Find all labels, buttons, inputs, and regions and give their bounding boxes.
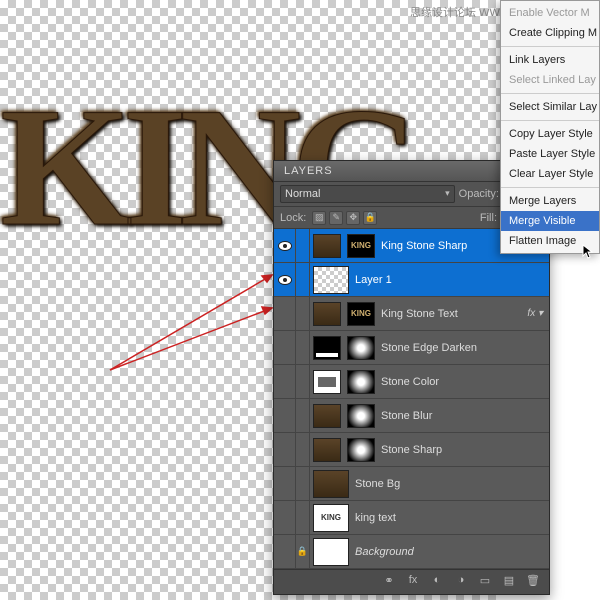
- layer-name[interactable]: Stone Color: [378, 376, 519, 388]
- layer-thumbnail[interactable]: [313, 404, 341, 428]
- trash-icon[interactable]: 🗑: [523, 574, 543, 590]
- visibility-toggle[interactable]: [274, 535, 296, 568]
- blend-mode-dropdown[interactable]: Normal ▾: [280, 185, 455, 203]
- layers-panel-footer: ⚭ fx ◐ ◑ ▭ ▤ 🗑: [274, 569, 549, 594]
- link-col: [296, 229, 310, 262]
- eye-icon: [278, 241, 292, 251]
- visibility-toggle[interactable]: [274, 331, 296, 364]
- menu-item[interactable]: Merge Layers: [501, 191, 599, 211]
- layer-row[interactable]: Stone Color: [274, 365, 549, 399]
- layer-row[interactable]: Layer 1: [274, 263, 549, 297]
- link-col: [296, 263, 310, 296]
- layer-name[interactable]: Stone Bg: [352, 478, 519, 490]
- layer-name[interactable]: Layer 1: [352, 274, 519, 286]
- menu-separator: [501, 120, 599, 121]
- layer-row[interactable]: Stone Blur: [274, 399, 549, 433]
- opacity-label: Opacity:: [459, 188, 499, 200]
- lock-move-icon[interactable]: ✥: [346, 211, 360, 225]
- layer-list[interactable]: KINGKing Stone SharpLayer 1KINGKing Ston…: [274, 229, 549, 569]
- layer-thumbnail[interactable]: [313, 234, 341, 258]
- link-layers-icon[interactable]: ⚭: [379, 574, 399, 590]
- menu-item[interactable]: Clear Layer Style: [501, 164, 599, 184]
- visibility-toggle[interactable]: [274, 297, 296, 330]
- link-col: [296, 467, 310, 500]
- menu-separator: [501, 93, 599, 94]
- visibility-toggle[interactable]: [274, 501, 296, 534]
- layer-thumbnail[interactable]: [347, 336, 375, 360]
- layer-name[interactable]: Stone Blur: [378, 410, 519, 422]
- lock-paint-icon[interactable]: ✎: [329, 211, 343, 225]
- layer-context-menu[interactable]: Enable Vector MCreate Clipping M Link Lay…: [500, 0, 600, 254]
- layer-name[interactable]: Stone Sharp: [378, 444, 519, 456]
- layer-thumbnail[interactable]: [313, 302, 341, 326]
- lock-transparency-icon[interactable]: ▨: [312, 211, 326, 225]
- new-layer-icon[interactable]: ▤: [499, 574, 519, 590]
- adjustment-icon[interactable]: ◑: [451, 574, 471, 590]
- lock-icon-group: ▨ ✎ ✥ 🔒: [312, 211, 377, 225]
- layer-thumbnail[interactable]: KING: [347, 234, 375, 258]
- group-icon[interactable]: ▭: [475, 574, 495, 590]
- visibility-toggle[interactable]: [274, 365, 296, 398]
- layer-row[interactable]: Stone Sharp: [274, 433, 549, 467]
- layer-row[interactable]: KINGking text: [274, 501, 549, 535]
- layer-row[interactable]: Stone Edge Darken: [274, 331, 549, 365]
- link-col: [296, 331, 310, 364]
- mask-icon[interactable]: ◐: [427, 574, 447, 590]
- layer-thumbnail[interactable]: [347, 438, 375, 462]
- lock-all-icon[interactable]: 🔒: [363, 211, 377, 225]
- layer-name[interactable]: King Stone Text: [378, 308, 519, 320]
- cursor-icon: [582, 244, 598, 260]
- layer-thumbnail[interactable]: KING: [347, 302, 375, 326]
- layer-name[interactable]: king text: [352, 512, 519, 524]
- visibility-toggle[interactable]: [274, 229, 296, 262]
- layer-row[interactable]: 🔒 Background: [274, 535, 549, 569]
- layer-thumbnail[interactable]: [313, 370, 341, 394]
- menu-item[interactable]: Select Similar Lay: [501, 97, 599, 117]
- menu-separator: [501, 46, 599, 47]
- layer-name[interactable]: Stone Edge Darken: [378, 342, 519, 354]
- fx-indicator[interactable]: fx ▾: [519, 308, 549, 319]
- link-col: [296, 433, 310, 466]
- layer-name[interactable]: Background: [352, 546, 519, 558]
- link-col: [296, 365, 310, 398]
- eye-icon: [278, 275, 292, 285]
- visibility-toggle[interactable]: [274, 467, 296, 500]
- menu-item: Select Linked Lay: [501, 70, 599, 90]
- fx-icon[interactable]: fx: [403, 574, 423, 590]
- menu-item[interactable]: Link Layers: [501, 50, 599, 70]
- visibility-toggle[interactable]: [274, 433, 296, 466]
- layer-row[interactable]: Stone Bg: [274, 467, 549, 501]
- chevron-down-icon: ▾: [445, 188, 450, 200]
- layer-thumbnail[interactable]: [313, 538, 349, 566]
- link-col: 🔒: [296, 535, 310, 568]
- visibility-toggle[interactable]: [274, 263, 296, 296]
- layer-thumbnail[interactable]: [313, 438, 341, 462]
- menu-item[interactable]: Create Clipping M: [501, 23, 599, 43]
- blend-mode-value: Normal: [285, 188, 320, 200]
- link-col: [296, 501, 310, 534]
- menu-item[interactable]: Copy Layer Style: [501, 124, 599, 144]
- menu-item[interactable]: Merge Visible: [501, 211, 599, 231]
- visibility-toggle[interactable]: [274, 399, 296, 432]
- menu-item: Enable Vector M: [501, 3, 599, 23]
- lock-label: Lock:: [280, 212, 306, 224]
- link-col: [296, 297, 310, 330]
- layer-thumbnail[interactable]: [347, 370, 375, 394]
- layer-thumbnail[interactable]: KING: [313, 504, 349, 532]
- layer-row[interactable]: KINGKing Stone Textfx ▾: [274, 297, 549, 331]
- layer-name[interactable]: King Stone Sharp: [378, 240, 519, 252]
- layer-thumbnail[interactable]: [313, 336, 341, 360]
- menu-separator: [501, 187, 599, 188]
- layer-thumbnail[interactable]: [347, 404, 375, 428]
- fill-label: Fill:: [480, 212, 497, 224]
- menu-item[interactable]: Paste Layer Style: [501, 144, 599, 164]
- layer-thumbnail[interactable]: [313, 266, 349, 294]
- layer-thumbnail[interactable]: [313, 470, 349, 498]
- link-col: [296, 399, 310, 432]
